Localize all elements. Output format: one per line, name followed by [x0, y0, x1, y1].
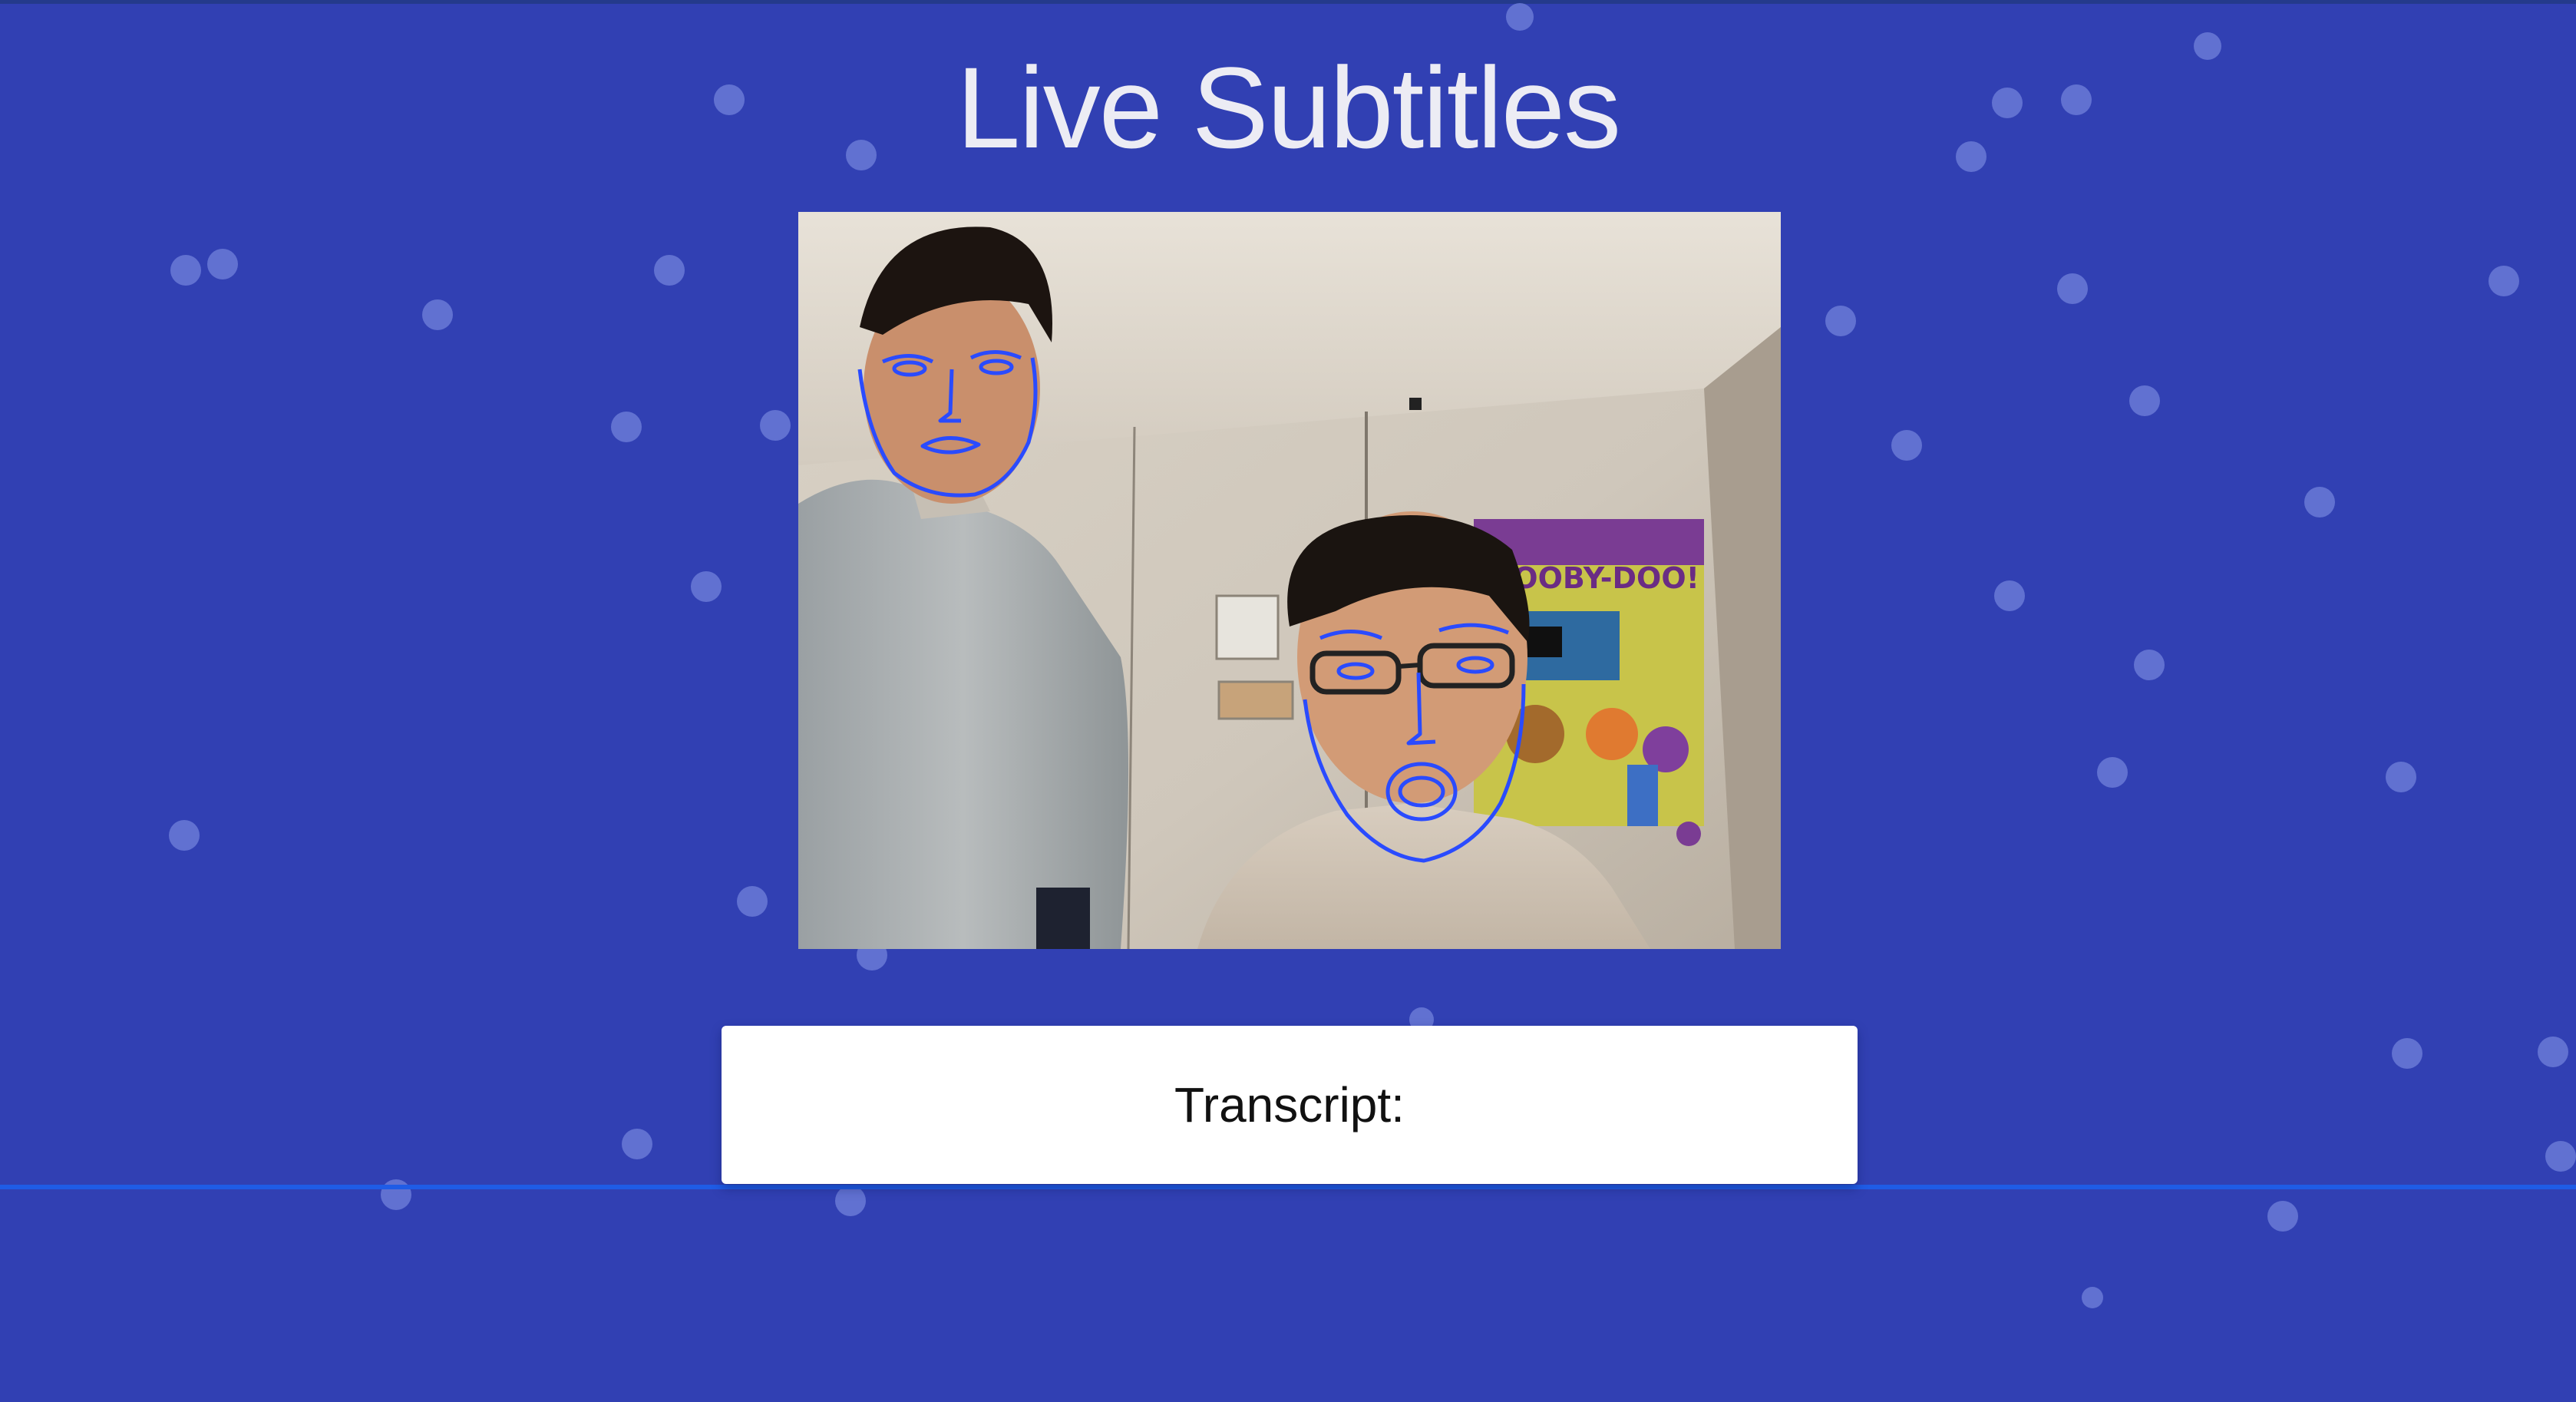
particle — [2392, 1038, 2422, 1069]
wall-photo — [1215, 594, 1280, 660]
particle — [654, 255, 685, 286]
particle — [2097, 757, 2128, 788]
particle — [2545, 1141, 2576, 1172]
page-title: Live Subtitles — [956, 43, 1621, 172]
particle — [2129, 385, 2160, 416]
particle — [2488, 266, 2519, 296]
wall-photo — [1217, 680, 1294, 720]
particle — [2134, 650, 2165, 680]
webcam-video: SCOOBY-DOO! — [798, 212, 1781, 949]
transcript-label: Transcript: — [1174, 1077, 1405, 1133]
particle — [2538, 1037, 2568, 1067]
particle — [1994, 580, 2025, 611]
particle — [2267, 1201, 2298, 1232]
particle — [2082, 1287, 2103, 1308]
corner-marker — [1409, 398, 1422, 410]
scan-line — [0, 1185, 2576, 1189]
particle — [170, 255, 201, 286]
particle — [2057, 273, 2088, 304]
transcript-box: Transcript: — [722, 1026, 1858, 1184]
particle — [207, 249, 238, 279]
particle — [1891, 430, 1922, 461]
particle — [381, 1179, 411, 1210]
particle — [422, 299, 453, 330]
particle — [2386, 762, 2416, 792]
particle — [760, 410, 791, 441]
particle — [169, 820, 200, 851]
particle — [1506, 3, 1534, 31]
particle — [835, 1185, 866, 1216]
particle — [737, 886, 768, 917]
particle — [2304, 487, 2335, 517]
particle — [611, 412, 642, 442]
particle — [691, 571, 722, 602]
top-edge — [0, 0, 2576, 4]
particle — [1825, 306, 1856, 336]
particle — [622, 1129, 652, 1159]
